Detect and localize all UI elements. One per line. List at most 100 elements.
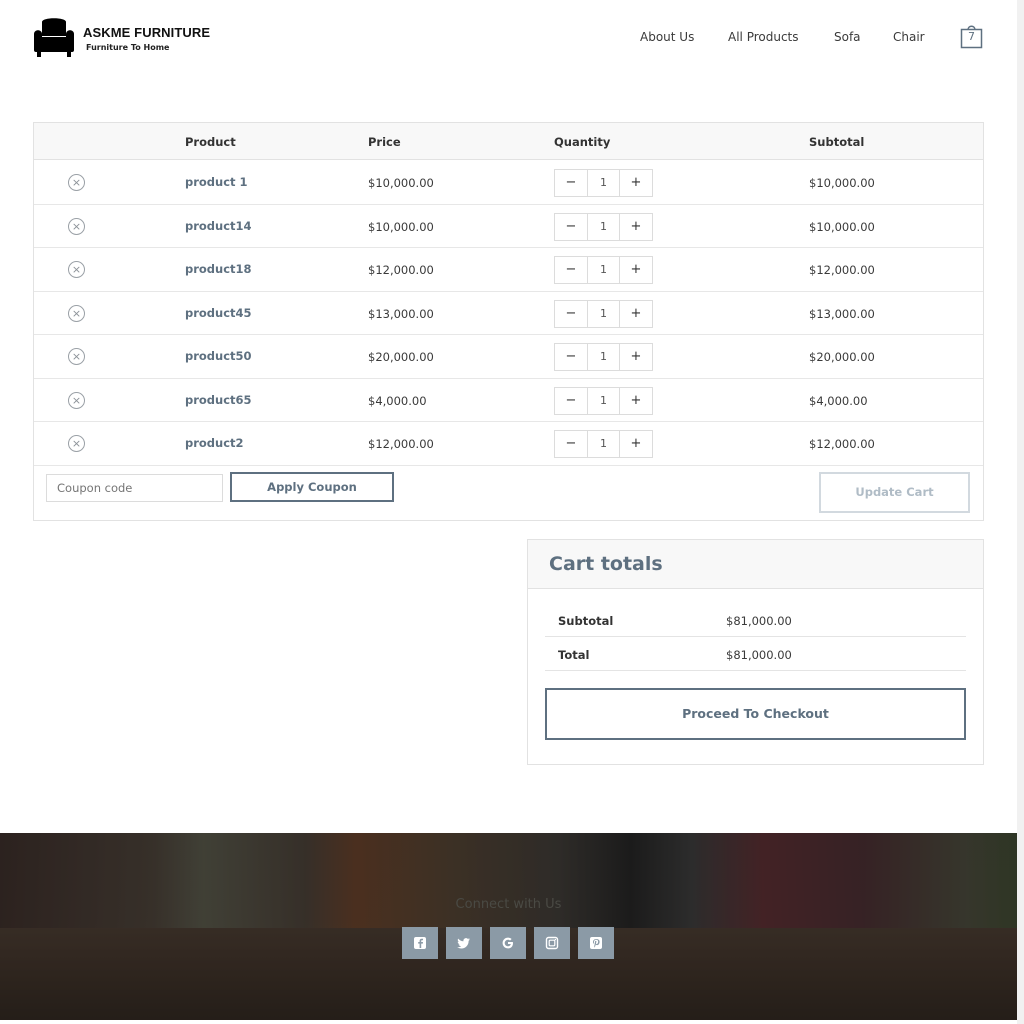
- brand-title: ASKME FURNITURE: [83, 24, 211, 40]
- quantity-input[interactable]: 1: [587, 387, 620, 414]
- instagram-icon: [545, 936, 559, 950]
- facebook-link[interactable]: [402, 927, 438, 959]
- quantity-stepper: −1 +: [554, 169, 653, 197]
- pinterest-icon: [590, 937, 602, 949]
- totals-subtotal-label: Subtotal: [558, 614, 614, 628]
- product-name-link[interactable]: product50: [185, 349, 252, 363]
- decrease-quantity-button[interactable]: −: [555, 431, 587, 457]
- table-row: × product18 $12,000.00 −1 + $12,000.00: [34, 248, 983, 292]
- decrease-quantity-button[interactable]: −: [555, 344, 587, 370]
- quantity-stepper: −1 +: [554, 256, 653, 284]
- table-row: × product 1 $10,000.00 −1 + $10,000.00: [34, 161, 983, 205]
- remove-item-icon[interactable]: ×: [68, 304, 85, 322]
- update-cart-button[interactable]: Update Cart: [819, 472, 970, 513]
- quantity-input[interactable]: 1: [587, 431, 620, 457]
- column-header-product: Product: [185, 135, 236, 149]
- remove-item-icon[interactable]: ×: [68, 261, 85, 278]
- quantity-input[interactable]: 1: [587, 344, 620, 370]
- armchair-icon: [34, 18, 74, 57]
- totals-subtotal-row: Subtotal $81,000.00: [545, 604, 966, 637]
- google-link[interactable]: [490, 927, 526, 959]
- product-subtotal: $12,000.00: [809, 263, 875, 277]
- cart-totals-header: Cart totals: [528, 540, 983, 589]
- table-row: × product65 $4,000.00 −1 + $4,000.00: [34, 379, 983, 422]
- brand-tagline: Furniture To Home: [86, 42, 170, 52]
- product-name-link[interactable]: product45: [185, 306, 252, 320]
- product-price: $4,000.00: [368, 393, 427, 408]
- decrease-quantity-button[interactable]: −: [555, 301, 587, 327]
- cart-totals-title: Cart totals: [549, 553, 663, 575]
- increase-quantity-button[interactable]: +: [620, 257, 652, 283]
- product-price: $12,000.00: [368, 263, 434, 277]
- cart-totals-panel: Cart totals Subtotal $81,000.00 Total $8…: [527, 539, 984, 765]
- increase-quantity-button[interactable]: +: [620, 170, 652, 196]
- nav-about-us[interactable]: About Us: [640, 30, 694, 44]
- column-header-price: Price: [368, 135, 401, 149]
- totals-subtotal-value: $81,000.00: [726, 614, 792, 628]
- quantity-stepper: −1 +: [554, 430, 653, 458]
- instagram-link[interactable]: [534, 927, 570, 959]
- page-scrollbar[interactable]: [1017, 0, 1024, 1024]
- nav-all-products[interactable]: All Products: [728, 30, 799, 44]
- totals-total-label: Total: [558, 648, 590, 662]
- column-header-subtotal: Subtotal: [809, 135, 865, 149]
- remove-item-icon[interactable]: ×: [68, 217, 85, 235]
- cart-count-badge: 7: [968, 30, 975, 43]
- product-name-link[interactable]: product65: [185, 393, 252, 407]
- quantity-input[interactable]: 1: [587, 213, 620, 240]
- twitter-icon: [457, 938, 470, 949]
- nav-sofa[interactable]: Sofa: [834, 30, 861, 44]
- cart-table-header: Product Price Quantity Subtotal: [34, 123, 983, 160]
- quantity-stepper: −1 +: [554, 343, 653, 371]
- twitter-link[interactable]: [446, 927, 482, 959]
- decrease-quantity-button[interactable]: −: [555, 388, 587, 414]
- proceed-to-checkout-button[interactable]: Proceed To Checkout: [545, 688, 966, 740]
- product-name-link[interactable]: product2: [185, 436, 244, 450]
- decrease-quantity-button[interactable]: −: [555, 170, 587, 196]
- product-price: $10,000.00: [368, 219, 434, 234]
- column-header-quantity: Quantity: [554, 135, 611, 149]
- facebook-icon: [414, 937, 426, 949]
- site-logo[interactable]: ASKME FURNITURE Furniture To Home: [33, 18, 210, 58]
- connect-with-us-text: Connect with Us: [455, 897, 562, 912]
- remove-item-icon[interactable]: ×: [68, 435, 85, 452]
- product-price: $20,000.00: [368, 350, 434, 364]
- increase-quantity-button[interactable]: +: [620, 431, 652, 457]
- product-subtotal: $12,000.00: [809, 437, 875, 451]
- apply-coupon-button[interactable]: Apply Coupon: [230, 472, 394, 502]
- site-footer: Connect with Us: [0, 833, 1017, 1020]
- remove-item-icon[interactable]: ×: [68, 391, 85, 409]
- decrease-quantity-button[interactable]: −: [555, 257, 587, 283]
- increase-quantity-button[interactable]: +: [620, 388, 652, 414]
- quantity-input[interactable]: 1: [587, 170, 620, 196]
- product-name-link[interactable]: product18: [185, 262, 252, 276]
- coupon-code-input[interactable]: [46, 474, 223, 502]
- table-row: × product45 $13,000.00 −1 + $13,000.00: [34, 292, 983, 335]
- table-row: × product2 $12,000.00 −1 + $12,000.00: [34, 422, 983, 466]
- nav-chair[interactable]: Chair: [893, 30, 925, 44]
- quantity-stepper: −1 +: [554, 386, 653, 415]
- pinterest-link[interactable]: [578, 927, 614, 959]
- decrease-quantity-button[interactable]: −: [555, 214, 587, 240]
- quantity-stepper: −1 +: [554, 299, 653, 328]
- product-price: $12,000.00: [368, 437, 434, 451]
- cart-button[interactable]: 7: [960, 24, 983, 49]
- quantity-input[interactable]: 1: [587, 300, 620, 327]
- product-name-link[interactable]: product 1: [185, 175, 248, 189]
- increase-quantity-button[interactable]: +: [620, 344, 652, 370]
- product-price: $10,000.00: [368, 176, 434, 190]
- product-price: $13,000.00: [368, 306, 434, 321]
- google-icon: [502, 937, 513, 949]
- product-name-link[interactable]: product14: [185, 219, 252, 233]
- increase-quantity-button[interactable]: +: [620, 301, 652, 327]
- remove-item-icon[interactable]: ×: [68, 174, 85, 191]
- totals-total-row: Total $81,000.00: [545, 638, 966, 671]
- table-row: × product14 $10,000.00 −1 + $10,000.00: [34, 205, 983, 248]
- cart-table: Product Price Quantity Subtotal × product…: [33, 122, 984, 521]
- product-subtotal: $13,000.00: [809, 306, 875, 321]
- remove-item-icon[interactable]: ×: [68, 348, 85, 365]
- increase-quantity-button[interactable]: +: [620, 214, 652, 240]
- quantity-stepper: −1 +: [554, 212, 653, 241]
- quantity-input[interactable]: 1: [587, 257, 620, 283]
- table-row: × product50 $20,000.00 −1 + $20,000.00: [34, 335, 983, 379]
